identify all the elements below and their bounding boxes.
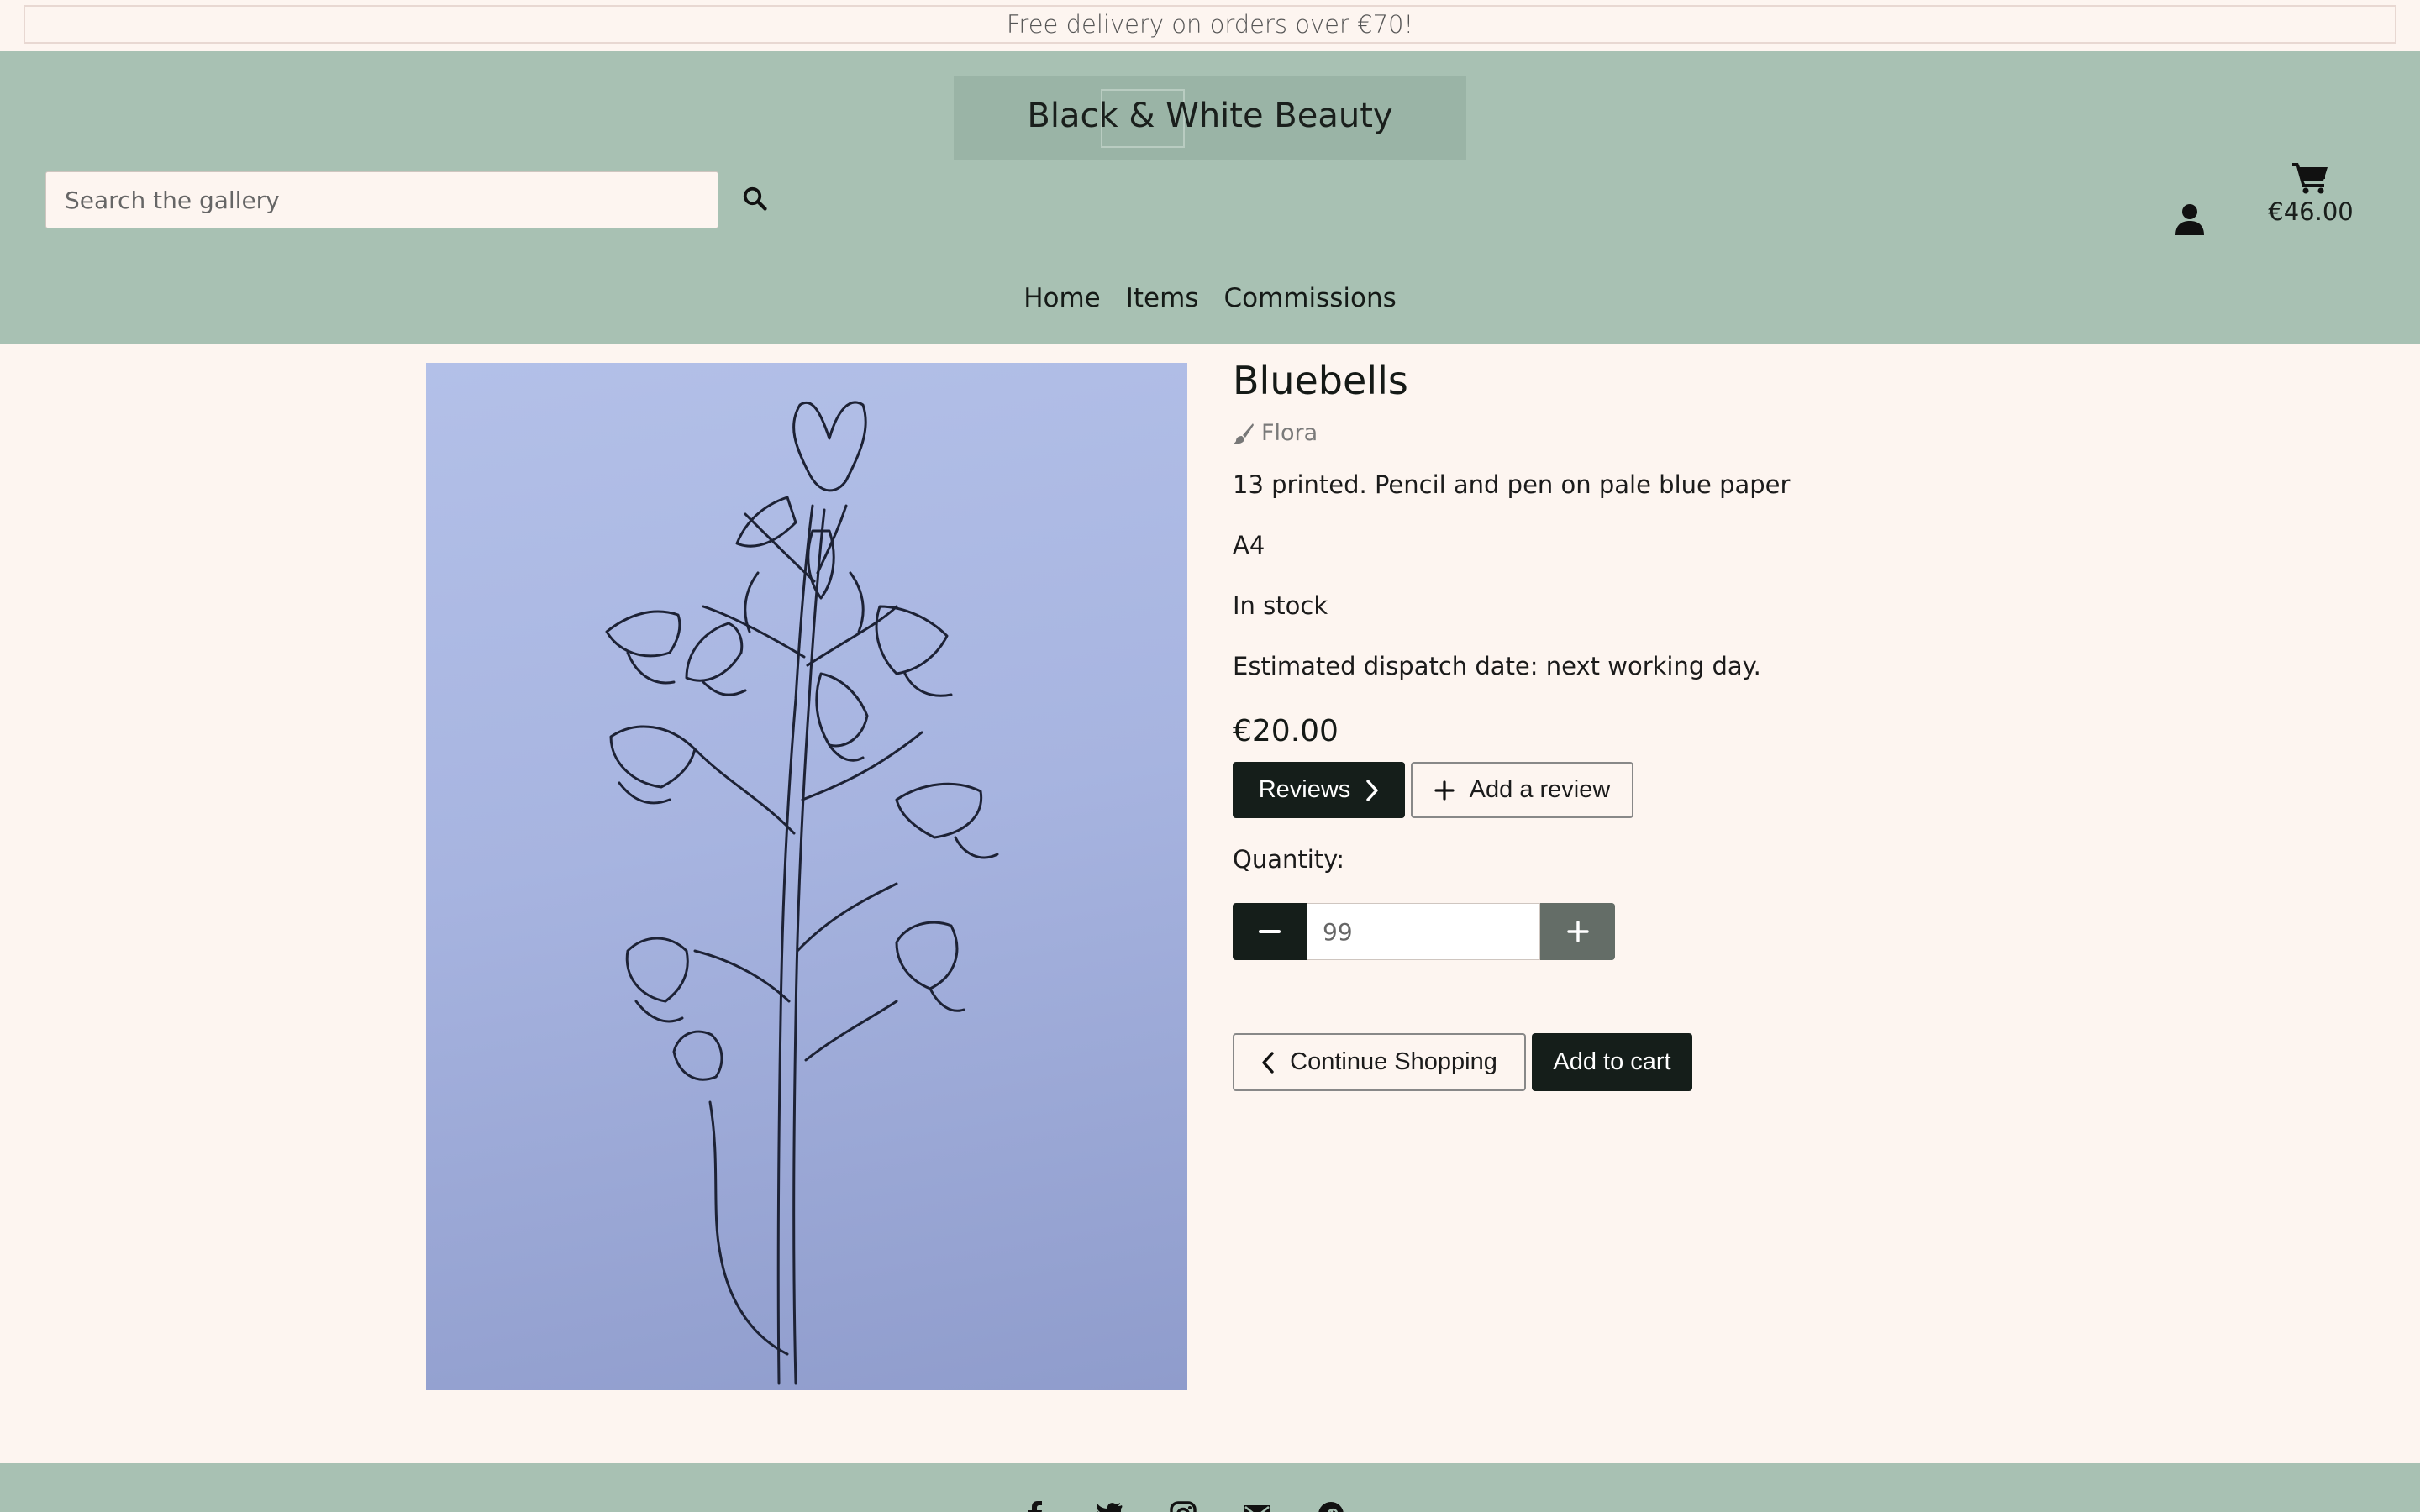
plus-icon <box>1566 921 1589 942</box>
logo-title: Black & White Beauty <box>1027 97 1393 135</box>
nav-home[interactable]: Home <box>1023 283 1101 313</box>
search-button[interactable] <box>734 178 775 218</box>
product-price: €20.00 <box>1233 714 1339 748</box>
reviews-button[interactable]: Reviews <box>1233 762 1405 818</box>
product-description: 13 printed. Pencil and pen on pale blue … <box>1233 470 1791 499</box>
site-footer <box>0 1463 2420 1512</box>
decrement-button[interactable] <box>1233 903 1307 960</box>
continue-shopping-label: Continue Shopping <box>1290 1048 1497 1075</box>
add-review-label: Add a review <box>1469 776 1611 803</box>
reviews-button-label: Reviews <box>1258 776 1351 803</box>
product-image <box>426 363 1187 1390</box>
chevron-right-icon <box>1366 779 1378 801</box>
cart-icon <box>2292 163 2328 194</box>
product-category: Flora <box>1261 420 1318 446</box>
continue-shopping-button[interactable]: Continue Shopping <box>1233 1033 1526 1091</box>
pinterest-icon[interactable] <box>1317 1500 1345 1512</box>
user-icon <box>2175 204 2204 235</box>
add-to-cart-button[interactable]: Add to cart <box>1532 1033 1692 1091</box>
product-category-link[interactable]: Flora <box>1233 420 1318 446</box>
social-links <box>1021 1500 1345 1512</box>
nav-commissions[interactable]: Commissions <box>1223 283 1396 313</box>
chevron-left-icon <box>1262 1051 1274 1074</box>
account-button[interactable] <box>2170 196 2210 243</box>
site-header: Black & White Beauty €46.00 Home Items C… <box>0 51 2420 344</box>
promo-banner: Free delivery on orders over €70! <box>24 5 2396 44</box>
quantity-input[interactable] <box>1307 903 1540 960</box>
nav-items[interactable]: Items <box>1126 283 1199 313</box>
search-input[interactable] <box>45 171 718 228</box>
increment-button[interactable] <box>1540 903 1615 960</box>
facebook-icon[interactable] <box>1021 1500 1050 1512</box>
product-size: A4 <box>1233 531 1265 559</box>
main-nav: Home Items Commissions <box>0 283 2420 313</box>
bluebells-drawing <box>605 401 999 1385</box>
paintbrush-icon <box>1234 423 1254 444</box>
promo-text: Free delivery on orders over €70! <box>1006 10 1414 39</box>
email-icon[interactable] <box>1243 1500 1271 1512</box>
search-icon <box>743 186 767 211</box>
add-review-button[interactable]: Add a review <box>1411 762 1634 818</box>
stock-status: In stock <box>1233 591 1328 620</box>
twitter-icon[interactable] <box>1095 1500 1123 1512</box>
cart-total: €46.00 <box>2268 197 2354 226</box>
quantity-stepper <box>1233 903 1615 960</box>
quantity-label: Quantity: <box>1233 845 1344 874</box>
minus-icon <box>1259 930 1281 933</box>
instagram-icon[interactable] <box>1169 1500 1197 1512</box>
dispatch-date: Estimated dispatch date: next working da… <box>1233 652 1761 680</box>
site-logo[interactable]: Black & White Beauty <box>954 76 1466 160</box>
add-to-cart-label: Add to cart <box>1553 1048 1671 1075</box>
plus-icon <box>1434 780 1455 801</box>
product-title: Bluebells <box>1233 358 1408 403</box>
cart-link[interactable]: €46.00 <box>2252 160 2370 253</box>
